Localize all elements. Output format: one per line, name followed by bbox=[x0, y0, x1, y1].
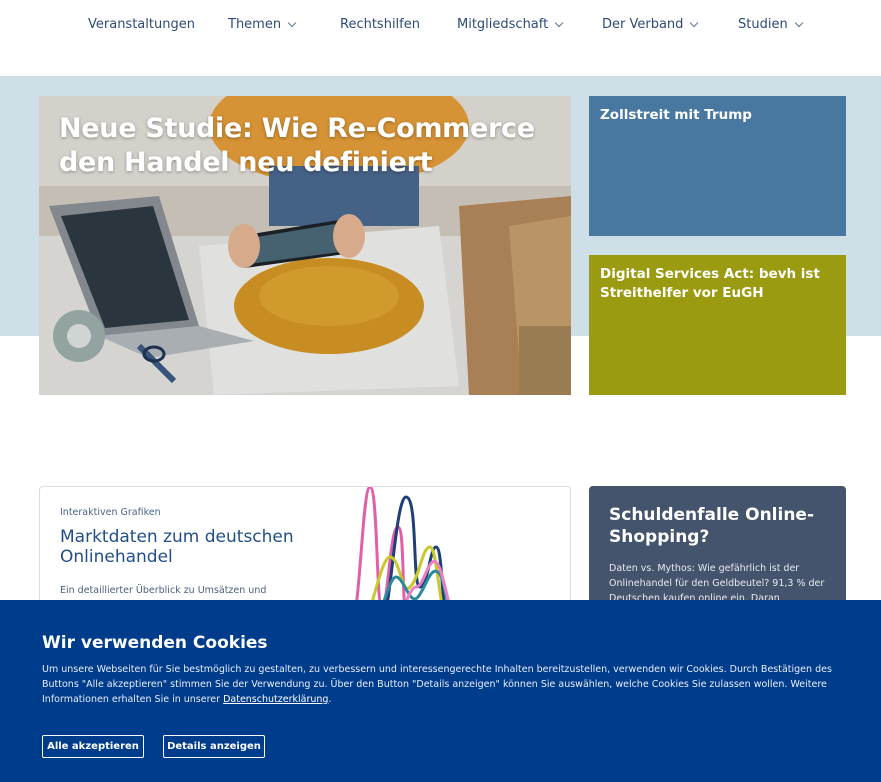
nav-item-themen[interactable]: Themen bbox=[228, 17, 297, 32]
card-title: Schuldenfalle Online-Shopping? bbox=[609, 505, 815, 547]
nav-item-der-verband[interactable]: Der Verband bbox=[602, 17, 699, 32]
tile-title: Digital Services Act: bevh ist Streithel… bbox=[600, 266, 820, 301]
card-kicker: Interaktiven Grafiken bbox=[60, 507, 161, 518]
nav-label: Veranstaltungen bbox=[88, 17, 195, 32]
nav-label: Themen bbox=[228, 17, 282, 32]
top-navigation: Veranstaltungen Themen Rechtshilfen Mitg… bbox=[0, 0, 881, 76]
nav-item-mitgliedschaft[interactable]: Mitgliedschaft bbox=[457, 17, 564, 32]
accept-all-button[interactable]: Alle akzeptieren bbox=[42, 735, 144, 758]
chevron-down-icon bbox=[690, 18, 699, 27]
cookie-body: Um unsere Webseiten für Sie bestmöglich … bbox=[42, 664, 832, 705]
feature-title[interactable]: Neue Studie: Wie Re-Commerce den Handel … bbox=[59, 112, 559, 180]
card-text: Ein detaillierter Überblick zu Umsätzen … bbox=[60, 585, 267, 596]
cookie-text: Um unsere Webseiten für Sie bestmöglich … bbox=[42, 662, 842, 707]
nav-item-studien[interactable]: Studien bbox=[738, 17, 803, 32]
privacy-policy-link[interactable]: Datenschutzerklärung bbox=[223, 694, 328, 705]
nav-item-rechtshilfen[interactable]: Rechtshilfen bbox=[340, 17, 420, 32]
teaser-tile-digital-services-act[interactable]: Digital Services Act: bevh ist Streithel… bbox=[589, 255, 846, 395]
show-details-button[interactable]: Details anzeigen bbox=[163, 735, 265, 758]
feature-teaser[interactable]: Neue Studie: Wie Re-Commerce den Handel … bbox=[39, 96, 571, 395]
chevron-down-icon bbox=[794, 18, 803, 27]
nav-item-veranstaltungen[interactable]: Veranstaltungen bbox=[88, 17, 195, 32]
nav-label: Rechtshilfen bbox=[340, 17, 420, 32]
nav-label: Studien bbox=[738, 17, 788, 32]
chevron-down-icon bbox=[554, 18, 564, 27]
tile-title: Zollstreit mit Trump bbox=[600, 107, 752, 123]
nav-label: Der Verband bbox=[602, 17, 684, 32]
teaser-tile-zollstreit[interactable]: Zollstreit mit Trump bbox=[589, 96, 846, 236]
nav-label: Mitgliedschaft bbox=[457, 17, 549, 32]
card-title: Marktdaten zum deutschen Onlinehandel bbox=[60, 527, 294, 567]
chevron-down-icon bbox=[287, 18, 297, 27]
cookie-title: Wir verwenden Cookies bbox=[42, 633, 268, 653]
cookie-text-end: . bbox=[328, 694, 332, 705]
